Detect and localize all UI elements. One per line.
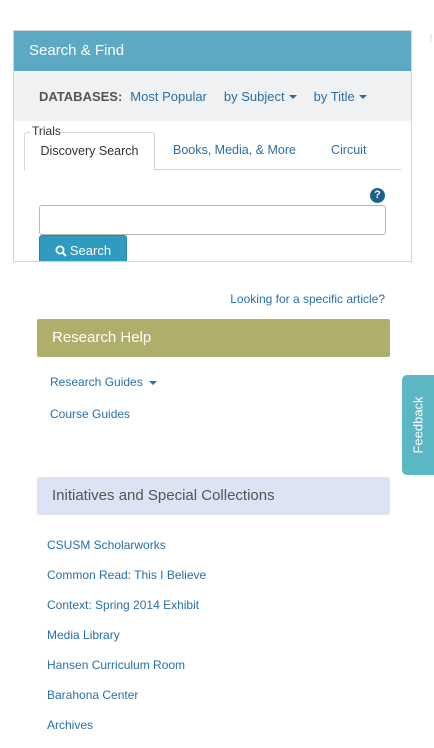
page-edge-marker xyxy=(430,34,432,42)
list-item[interactable]: Barahona Center xyxy=(47,688,206,718)
course-guides-link[interactable]: Course Guides xyxy=(50,407,130,421)
search-button-label: Search xyxy=(69,243,112,258)
search-find-panel: Search & Find DATABASES: Most Popular by… xyxy=(13,30,412,262)
list-item[interactable]: Hansen Curriculum Room xyxy=(47,658,206,688)
db-link-by-subject[interactable]: by Subject xyxy=(224,89,297,104)
initiatives-title: Initiatives and Special Collections xyxy=(37,477,390,515)
feedback-tab[interactable]: Feedback xyxy=(402,375,434,475)
db-link-by-subject-label: by Subject xyxy=(223,88,285,104)
tab-books-media[interactable]: Books, Media, & More xyxy=(173,132,296,168)
list-item[interactable]: Media Library xyxy=(47,628,206,658)
research-help-title: Research Help xyxy=(37,319,390,357)
search-find-title: Search & Find xyxy=(14,31,411,71)
list-item[interactable]: Archives xyxy=(47,718,206,748)
list-item[interactable]: CSUSM Scholarworks xyxy=(47,538,206,568)
caret-down-icon xyxy=(148,380,157,385)
specific-article-link[interactable]: Looking for a specific article? xyxy=(230,292,385,306)
db-link-most-popular[interactable]: Most Popular xyxy=(130,89,207,104)
caret-down-icon xyxy=(288,95,297,100)
magnifier-icon xyxy=(55,245,67,257)
question-circle-icon[interactable]: ? xyxy=(370,188,385,203)
research-guides-label: Research Guides xyxy=(50,375,143,389)
search-tabs: Discovery Search Books, Media, & More Ci… xyxy=(24,132,401,171)
list-item[interactable]: Common Read: This I Believe xyxy=(47,568,206,598)
databases-label: DATABASES: xyxy=(39,88,123,104)
db-link-by-title-label: by Title xyxy=(313,88,355,104)
db-link-most-popular-label: Most Popular xyxy=(130,88,207,104)
initiatives-list: CSUSM Scholarworks Common Read: This I B… xyxy=(47,538,206,748)
db-link-by-title[interactable]: by Title xyxy=(314,89,367,104)
caret-down-icon xyxy=(358,95,367,100)
search-input[interactable] xyxy=(39,205,386,235)
list-item[interactable]: Context: Spring 2014 Exhibit xyxy=(47,598,206,628)
feedback-label: Feedback xyxy=(410,396,426,454)
databases-row: DATABASES: Most Popular by Subject by Ti… xyxy=(14,71,411,121)
research-guides-link[interactable]: Research Guides xyxy=(50,375,157,389)
search-button[interactable]: Search xyxy=(39,235,127,261)
trials-label: Trials xyxy=(31,124,62,138)
tab-circuit[interactable]: Circuit xyxy=(331,132,366,168)
